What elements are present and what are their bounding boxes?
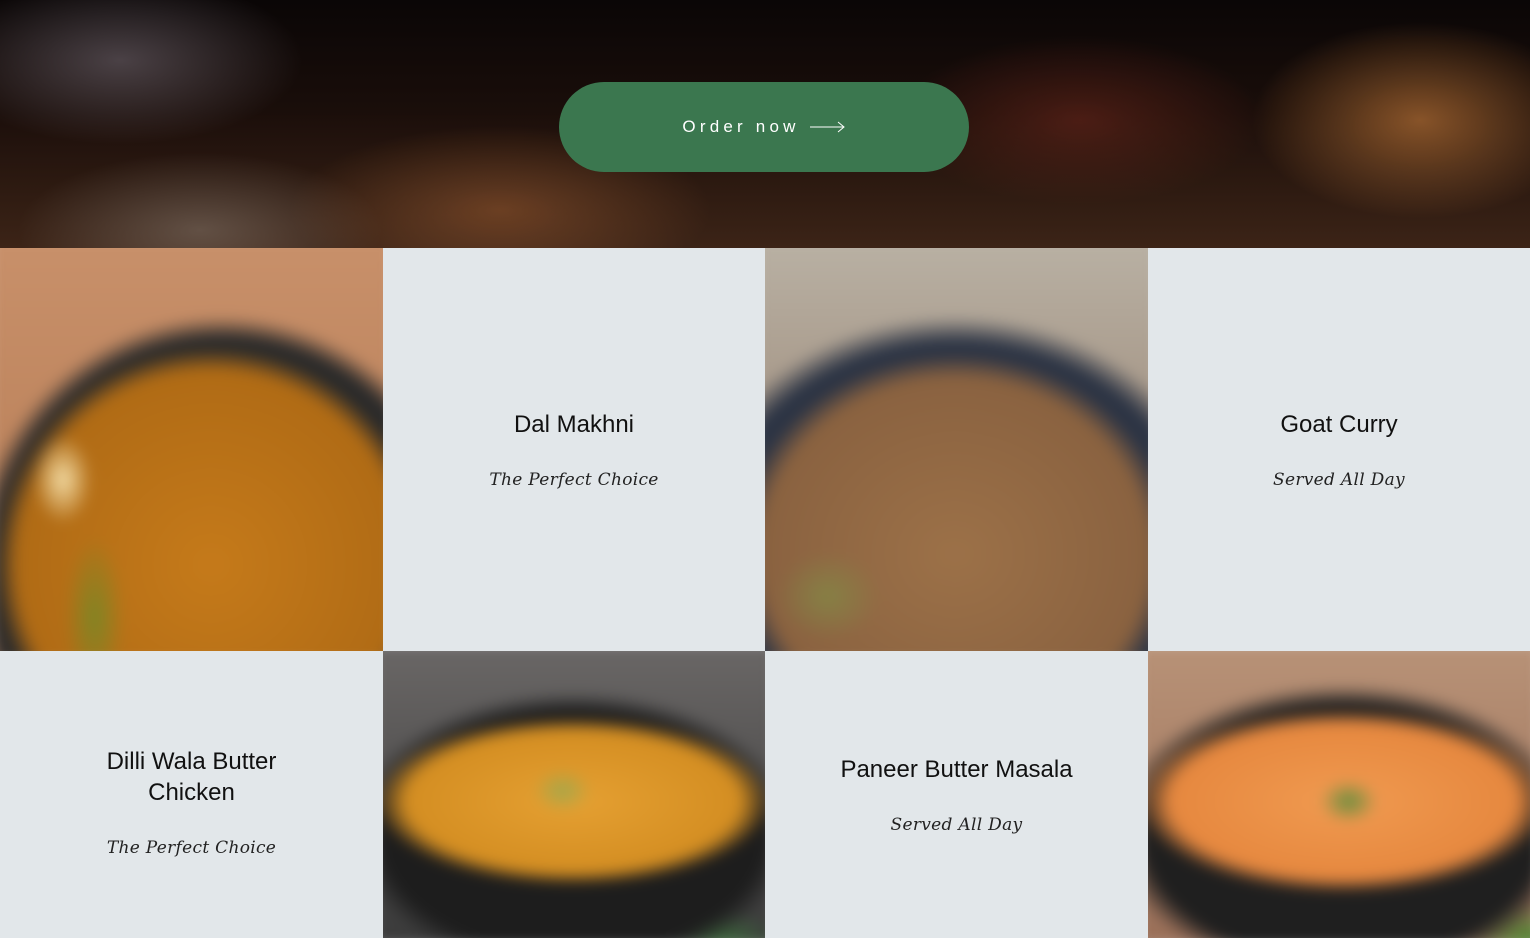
dish-subtitle: Served All Day [890, 815, 1023, 835]
menu-item-butter-chicken: Dilli Wala Butter Chicken The Perfect Ch… [0, 651, 383, 938]
arrow-right-icon [809, 121, 845, 133]
order-now-label: Order now [682, 117, 800, 136]
dish-subtitle: The Perfect Choice [489, 470, 659, 490]
dal-makhni-photo [0, 248, 383, 651]
dish-name: Paneer Butter Masala [840, 756, 1073, 783]
hero-banner: Order now [0, 0, 1530, 248]
dish-name: Dilli Wala Butter Chicken [107, 746, 277, 808]
butter-chicken-photo [383, 651, 765, 938]
menu-grid: Dal Makhni The Perfect Choice Goat Curry… [0, 248, 1530, 938]
dish-name: Dal Makhni [513, 411, 635, 438]
dish-photo-tile [1148, 651, 1530, 938]
dish-name: Goat Curry [1280, 411, 1398, 438]
dish-subtitle: The Perfect Choice [106, 837, 277, 858]
dish-photo-tile [765, 248, 1148, 651]
menu-item-dal-makhni: Dal Makhni The Perfect Choice [383, 248, 765, 651]
dish-photo-tile [0, 248, 383, 651]
dish-name-line-2: Chicken [148, 778, 235, 806]
dish-name-line-1: Dilli Wala Butter [106, 747, 277, 775]
dish-subtitle: Served All Day [1273, 470, 1405, 490]
goat-curry-photo [765, 248, 1148, 651]
menu-item-goat-curry: Goat Curry Served All Day [1148, 248, 1530, 651]
dish-photo-tile [383, 651, 765, 938]
menu-item-paneer-butter-masala: Paneer Butter Masala Served All Day [765, 651, 1148, 938]
paneer-butter-masala-photo [1148, 651, 1530, 938]
order-now-button[interactable]: Order now [559, 82, 969, 172]
